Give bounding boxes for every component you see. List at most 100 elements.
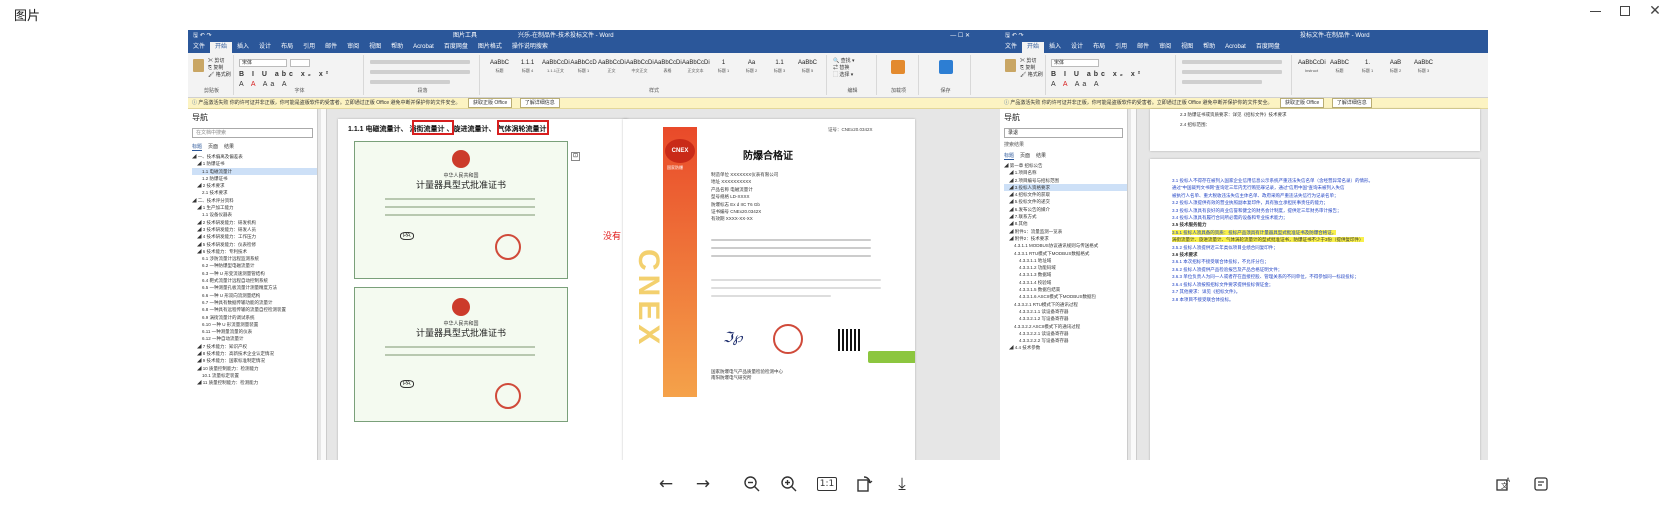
floating-toolbar[interactable] [868,351,915,363]
nav-item[interactable]: ◢ 3 技术研发能力：研发人员 [192,226,317,233]
nav-item[interactable]: 6.5 一种测量孔板流量计测量精度方法 [192,284,317,291]
nav-item[interactable]: 4.3.3.1.6 ASCII模式下MODBUS数据包 [1004,293,1127,300]
nav-item[interactable]: ◢ 1.项目名称 [1004,169,1127,176]
nav-item[interactable]: ◢ 2 技术研发能力：研发机构 [192,219,317,226]
ribbon-tab[interactable]: 百度网盘 [1251,42,1285,53]
style-gallery-item[interactable]: 1.1 标题 3 [766,60,793,80]
addin-icon[interactable] [891,60,905,74]
font-color-button[interactable]: A A Aa A [1051,81,1102,88]
nav-item[interactable]: ◢ 二、技术评分资料 [192,197,317,204]
style-gallery-item[interactable]: AaBbC 标题 [486,60,513,80]
nav-item[interactable]: 6.1 涉防流量计远程监测系统 [192,255,317,262]
nav-item[interactable]: 2.1 技术要求 [192,189,317,196]
arrow-right-icon[interactable]: → [691,472,715,496]
ribbon-tab[interactable]: 审阅 [1154,42,1176,53]
nav-item[interactable]: ◢ 4 技术研发能力：工作压力 [192,233,317,240]
style-gallery-item[interactable]: AaBbCcDi 中文正文 [626,60,654,80]
ribbon-tab[interactable]: 布局 [276,42,298,53]
nav-item[interactable]: 4.3.3.1.4 校验域 [1004,279,1127,286]
style-gallery-item[interactable]: AaBbCcD 标题 1 [570,60,597,80]
ribbon-tab[interactable]: 文件 [188,42,210,53]
ribbon-tab[interactable]: 百度网盘 [439,42,473,53]
style-gallery-item[interactable]: AaBbCcDi 正文 [598,60,626,80]
nav-item[interactable]: ◢ 2 技术要求 [192,182,317,189]
nav-item[interactable]: ◢ 11 质量控制能力：检测能力 [192,379,317,386]
nav-item[interactable]: ◢ 5.投标文件的递交 [1004,198,1127,205]
nav-item[interactable]: ◢ 8.其他 [1004,220,1127,227]
font-name-select[interactable]: 宋体 [1051,59,1099,67]
edit-icon[interactable] [1530,472,1554,496]
nav-item[interactable]: 1.1 设备仪器表 [192,211,317,218]
nav-item[interactable]: 10.1 流量标定装置 [192,372,317,379]
paste-icon[interactable] [1005,59,1016,72]
nav-tab[interactable]: 页面 [208,144,218,150]
nav-item[interactable]: ◢ 3.投标人资格要求 [1004,183,1127,192]
maximize-icon[interactable] [1610,2,1640,20]
nav-item[interactable]: ◢ 4.招标文件的获取 [1004,191,1127,198]
actual-size-icon[interactable]: 1:1 [815,472,839,496]
nav-item[interactable]: ◢ 附件2：技术要求 [1004,235,1127,242]
style-gallery-item[interactable]: 1 标题 1 [710,60,737,80]
ribbon-tab[interactable]: 布局 [1088,42,1110,53]
nav-tab[interactable]: 标题 [1004,153,1015,160]
rotate-icon[interactable] [852,472,876,496]
nav-item[interactable]: ◢ 6.发布公告的媒介 [1004,206,1127,213]
nav-item[interactable]: 6.4 靶式流量计远程自动控制系统 [192,277,317,284]
nav-item[interactable]: 4.3.3.2.2.2 写设备寄存器 [1004,337,1127,344]
ribbon-tab[interactable]: 插入 [232,42,254,53]
nav-item[interactable]: ◢ 附件1：流量监测一览表 [1004,228,1127,235]
learn-more-button[interactable]: 了解详细信息 [1331,98,1372,108]
style-gallery-item[interactable]: Aa 标题 2 [738,60,765,80]
nav-item[interactable]: 1.1 电磁流量计 [192,167,317,175]
save-icon[interactable]: 🖫 ↶ ↷ [193,30,212,42]
nav-item[interactable]: 4.3.3.2.2.1 读设备寄存器 [1004,330,1127,337]
style-gallery-item[interactable]: AaBbCcDi Instruct [1298,60,1326,80]
ocr-icon[interactable]: 文A [1492,472,1516,496]
download-icon[interactable]: ⤓ [890,472,914,496]
nav-item[interactable]: 6.11 一种测量流量的仪表 [192,328,317,335]
nav-item[interactable]: ◢ 8 技术能力：高新技术企业认定情况 [192,350,317,357]
nav-item[interactable]: ◢ 5 技术研发能力：仪表检修 [192,241,317,248]
save-icon[interactable]: 🖫 ↶ ↷ [1005,30,1024,42]
nav-item[interactable]: ◢ 7.联系方式 [1004,213,1127,220]
certificate-image-1[interactable]: 中华人民共和国 计量器具型式批准证书 PA [354,141,568,279]
ribbon-tab[interactable]: 邮件 [1132,42,1154,53]
cloud-save-icon[interactable] [939,60,953,74]
minimize-icon[interactable] [1580,2,1610,20]
nav-search-input[interactable]: 录退 [1004,128,1123,138]
nav-item[interactable]: 4.3.3.1.3 数据域 [1004,271,1127,278]
learn-more-button[interactable]: 了解详细信息 [519,98,560,108]
nav-tab[interactable]: 结果 [224,144,234,150]
ribbon-tab[interactable]: 开始 [210,42,233,53]
arrow-left-icon[interactable]: ← [654,472,678,496]
ribbon-tab[interactable]: Acrobat [1220,42,1251,53]
ribbon-tab[interactable]: 帮助 [1198,42,1220,53]
style-gallery-item[interactable]: AaBbCcDi 表格 [654,60,682,80]
close-icon[interactable]: ✕ [1640,2,1670,20]
nav-item[interactable]: 6.2 一种防爆型电磁流量计 [192,262,317,269]
nav-item[interactable]: 6.3 一种 U 形变流速测量管结构 [192,270,317,277]
style-gallery-item[interactable]: AaB 标题 2 [1382,60,1409,80]
style-gallery-item[interactable]: 1.1.1 标题 4 [514,60,541,80]
nav-item[interactable]: ◢ 1 防爆证书 [192,160,317,167]
font-size-select[interactable] [290,59,310,67]
nav-item[interactable]: 4.3.3.2.1 RTU模式下的通讯过程 [1004,301,1127,308]
nav-item[interactable]: 6.10 一种 U 形流量测量装置 [192,321,317,328]
style-gallery-item[interactable]: AaBbC 标题 3 [1410,60,1437,80]
ribbon-tab[interactable]: 文件 [1000,42,1022,53]
nav-item[interactable]: 4.3.1.1 MODBUS协议通讯规则与传送格式 [1004,242,1127,249]
nav-item[interactable]: 4.3.3.2.1.2 写设备寄存器 [1004,315,1127,322]
ribbon-tab[interactable]: Acrobat [408,42,439,53]
ribbon-tab[interactable]: 邮件 [320,42,342,53]
nav-item[interactable]: ◢ 10 质量控制能力：检测能力 [192,365,317,372]
ribbon-tab[interactable]: 插入 [1044,42,1066,53]
ribbon-tab[interactable]: 引用 [1110,42,1132,53]
nav-item[interactable]: 4.3.3.1.2 功能码域 [1004,264,1127,271]
nav-item[interactable]: 4.3.3.2.1.1 读设备寄存器 [1004,308,1127,315]
ribbon-tab[interactable]: 引用 [298,42,320,53]
nav-item[interactable]: 6.7 一种具有数据传输功能的流量计 [192,299,317,306]
nav-item[interactable]: ◢ 2.项目编号与招标范围 [1004,177,1127,184]
nav-tab[interactable]: 结果 [1036,153,1046,159]
nav-item[interactable]: ◢ 1 生产加工能力 [192,204,317,211]
nav-item[interactable]: 4.3.3.2.2 ASCII模式下的通讯过程 [1004,323,1127,330]
